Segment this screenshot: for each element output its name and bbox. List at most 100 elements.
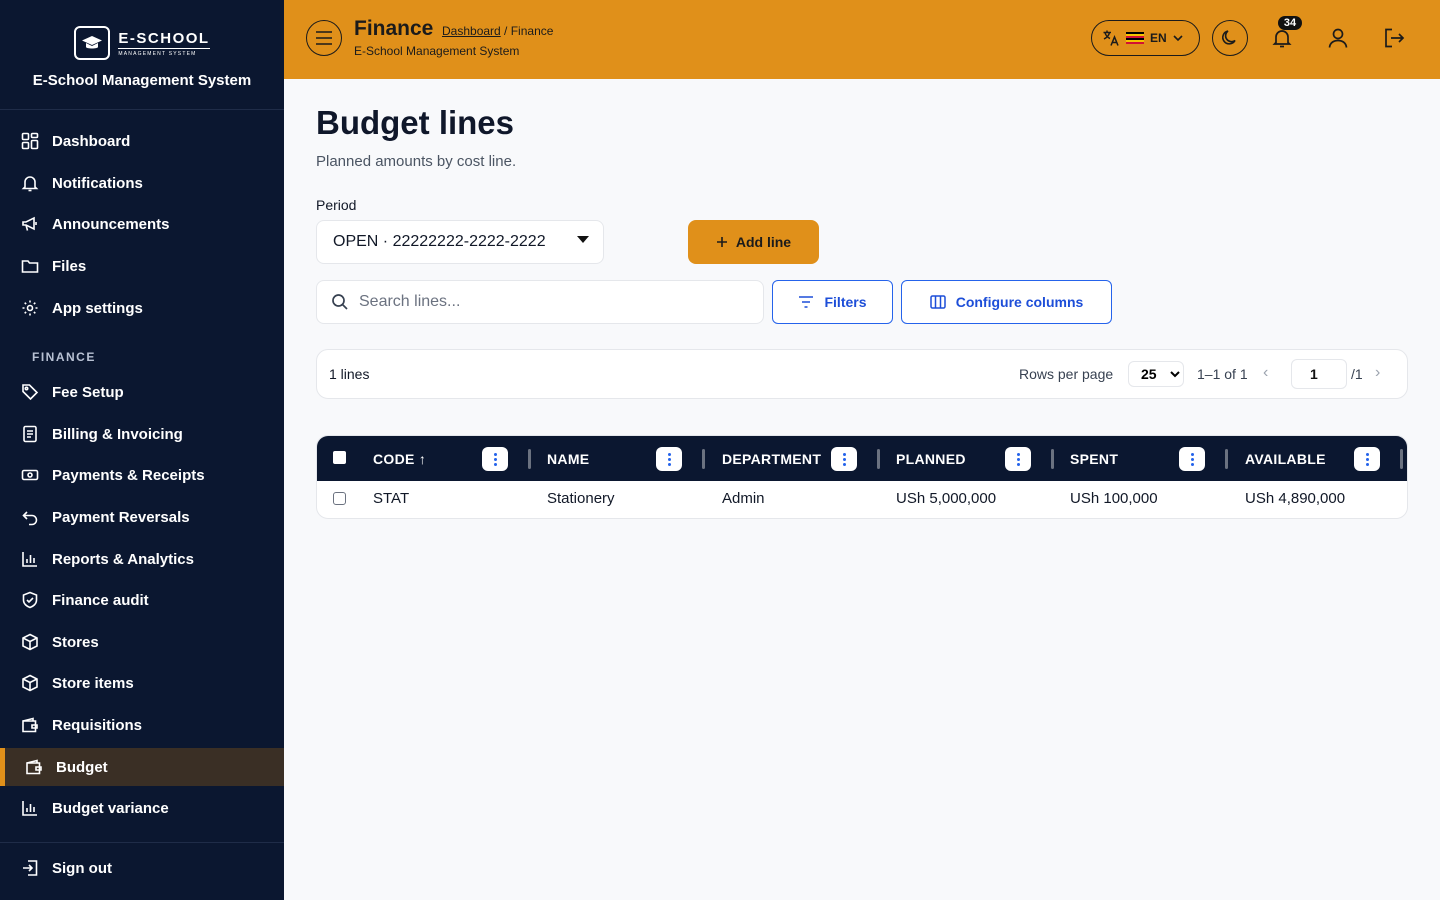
theme-toggle-button[interactable] <box>1212 20 1248 56</box>
pagination-bar: 1 lines Rows per page 25 1–1 of 1 ‹ 1 /1… <box>316 349 1408 399</box>
sign-out-button[interactable]: Sign out <box>0 849 284 887</box>
table-header: CODE ↑ NAME DEPARTMENT PLANNED SPENT AVA… <box>317 436 1407 481</box>
sidebar-item-reports[interactable]: Reports & Analytics <box>0 540 284 578</box>
bar-chart-icon <box>20 798 40 818</box>
column-menu-button[interactable] <box>1005 447 1031 471</box>
select-all-checkbox[interactable] <box>333 451 346 464</box>
cash-icon <box>20 465 40 485</box>
sidebar-item-finance-audit[interactable]: Finance audit <box>0 581 284 619</box>
shield-check-icon <box>20 590 40 610</box>
sidebar-item-billing[interactable]: Billing & Invoicing <box>0 415 284 453</box>
sidebar-item-budget[interactable]: Budget <box>0 748 284 786</box>
filters-button[interactable]: Filters <box>772 280 893 324</box>
column-resize-handle[interactable] <box>1051 449 1054 469</box>
logout-icon <box>1385 28 1405 48</box>
column-menu-button[interactable] <box>831 447 857 471</box>
folder-icon <box>20 256 40 276</box>
sidebar-item-label: Files <box>52 257 87 275</box>
cell-code: STAT <box>373 490 410 507</box>
column-resize-handle[interactable] <box>702 449 705 469</box>
page-number-input[interactable]: 1 <box>1291 359 1347 389</box>
column-menu-button[interactable] <box>1354 447 1380 471</box>
logout-button[interactable] <box>1380 24 1408 52</box>
sidebar-item-label: Store items <box>52 674 134 692</box>
column-resize-handle[interactable] <box>877 449 880 469</box>
sidebar-item-app-settings[interactable]: App settings <box>0 289 284 327</box>
row-checkbox[interactable] <box>333 492 346 505</box>
cell-spent: USh 100,000 <box>1070 490 1158 507</box>
sidebar-item-label: Payments & Receipts <box>52 466 205 484</box>
sidebar-item-stores[interactable]: Stores <box>0 623 284 661</box>
search-input[interactable] <box>359 293 739 311</box>
breadcrumb: Dashboard / Finance <box>442 24 553 38</box>
sidebar-item-label: Notifications <box>52 174 143 192</box>
megaphone-icon <box>20 214 40 234</box>
sidebar-item-notifications[interactable]: Notifications <box>0 164 284 202</box>
logo-subtitle: MANAGEMENT SYSTEM <box>118 50 197 57</box>
profile-button[interactable] <box>1324 24 1352 52</box>
sidebar-item-dashboard[interactable]: Dashboard <box>0 122 284 160</box>
column-header-planned[interactable]: PLANNED <box>896 436 966 481</box>
caret-down-icon <box>577 236 589 243</box>
sidebar-item-label: Requisitions <box>52 716 143 734</box>
column-menu-button[interactable] <box>1179 447 1205 471</box>
column-resize-handle[interactable] <box>528 449 531 469</box>
column-header-available[interactable]: AVAILABLE <box>1245 436 1326 481</box>
column-menu-button[interactable] <box>656 447 682 471</box>
translate-icon <box>1103 30 1119 46</box>
hamburger-icon <box>316 31 332 45</box>
undo-icon <box>20 507 40 527</box>
chevron-down-icon <box>1173 35 1183 42</box>
sidebar-item-label: Payment Reversals <box>52 508 190 526</box>
app-logo[interactable]: E-SCHOOL MANAGEMENT SYSTEM <box>74 26 210 60</box>
cell-planned: USh 5,000,000 <box>896 490 997 507</box>
add-line-label: Add line <box>735 234 792 250</box>
plus-icon <box>716 237 727 247</box>
sidebar-item-requisitions[interactable]: Requisitions <box>0 706 284 744</box>
next-page-button[interactable]: › <box>1375 364 1380 382</box>
sidebar-item-label: Billing & Invoicing <box>52 425 183 443</box>
cell-available: USh 4,890,000 <box>1245 490 1346 507</box>
invoice-icon <box>20 424 40 444</box>
sidebar-item-budget-variance[interactable]: Budget variance <box>0 789 284 827</box>
sidebar-item-announcements[interactable]: Announcements <box>0 205 284 243</box>
column-header-code[interactable]: CODE ↑ <box>373 436 426 481</box>
breadcrumb-current: / Finance <box>500 24 554 38</box>
sidebar-item-fee-setup[interactable]: Fee Setup <box>0 373 284 411</box>
sidebar-item-files[interactable]: Files <box>0 247 284 285</box>
page-title: Budget lines <box>316 104 515 141</box>
sidebar-item-payments[interactable]: Payments & Receipts <box>0 456 284 494</box>
system-title: E-School Management System <box>32 72 252 89</box>
column-menu-button[interactable] <box>482 447 508 471</box>
sidebar-item-label: Budget <box>56 758 108 776</box>
prev-page-button[interactable]: ‹ <box>1263 364 1268 382</box>
sidebar-item-payment-reversals[interactable]: Payment Reversals <box>0 498 284 536</box>
header-subtitle: E-School Management System <box>354 44 520 58</box>
sidebar-item-store-items[interactable]: Store items <box>0 664 284 702</box>
period-select[interactable]: OPEN · 22222222-2222-2222 <box>316 220 604 264</box>
box-icon <box>20 632 40 652</box>
language-selector[interactable]: EN <box>1091 20 1200 56</box>
period-label: Period <box>316 197 357 213</box>
column-header-spent[interactable]: SPENT <box>1070 436 1118 481</box>
cell-name: Stationery <box>547 490 615 507</box>
column-header-department[interactable]: DEPARTMENT <box>722 436 821 481</box>
breadcrumb-dashboard-link[interactable]: Dashboard <box>442 24 501 38</box>
column-resize-handle[interactable] <box>1400 449 1403 469</box>
rows-per-page-select[interactable]: 25 <box>1128 361 1184 387</box>
graduation-cap-icon <box>74 26 111 60</box>
sign-out-label: Sign out <box>52 859 112 877</box>
total-pages: /1 <box>1351 366 1363 382</box>
sidebar: E-SCHOOL MANAGEMENT SYSTEM E-School Mana… <box>0 0 284 900</box>
column-resize-handle[interactable] <box>1225 449 1228 469</box>
grid-icon <box>20 131 40 151</box>
configure-columns-button[interactable]: Configure columns <box>901 280 1112 324</box>
menu-toggle-button[interactable] <box>306 20 342 56</box>
column-header-name[interactable]: NAME <box>547 436 589 481</box>
bell-icon <box>1272 30 1292 48</box>
sidebar-item-label: App settings <box>52 299 143 317</box>
sidebar-item-label: Fee Setup <box>52 383 124 401</box>
filter-icon <box>799 296 814 308</box>
search-box <box>316 280 764 324</box>
add-line-button[interactable]: Add line <box>688 220 819 264</box>
